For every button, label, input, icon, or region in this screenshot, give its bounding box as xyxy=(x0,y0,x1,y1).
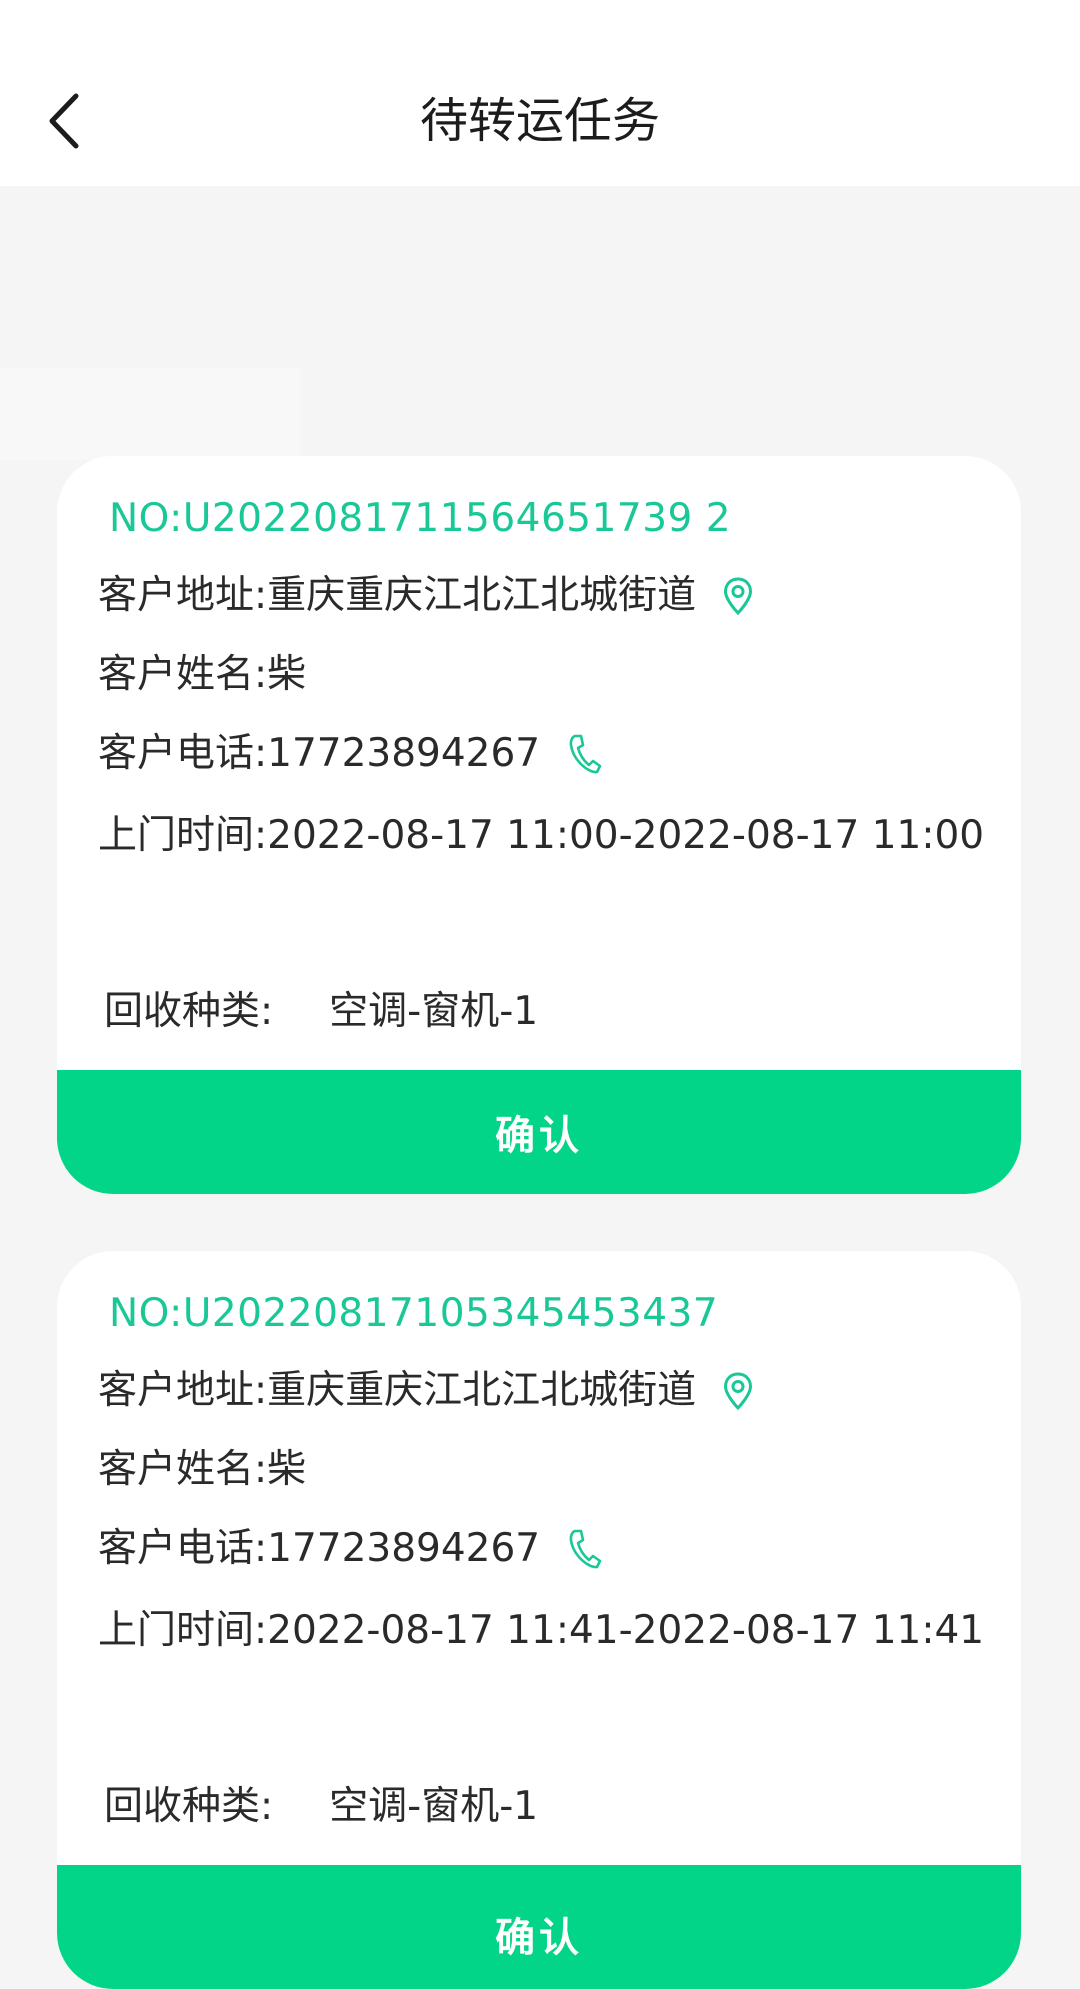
visit-time-row: 上门时间: 2022-08-17 11:41-2022-08-17 11:41 xyxy=(98,1603,984,1659)
page-title: 待转运任务 xyxy=(419,93,660,149)
phone-label: 客户电话: xyxy=(98,731,268,776)
confirm-button[interactable]: 确认 xyxy=(57,1070,1021,1194)
top-bar: 待转运任务 xyxy=(0,0,1080,186)
confirm-button[interactable]: 确认 xyxy=(57,1865,1021,1989)
category-value: 空调-窗机-1 xyxy=(329,1784,539,1829)
visit-time-row: 上门时间: 2022-08-17 11:00-2022-08-17 11:00 xyxy=(98,808,984,864)
phone-icon[interactable] xyxy=(566,732,602,776)
phone-row: 客户电话: 17723894267 xyxy=(98,1521,602,1577)
phone-value: 17723894267 xyxy=(267,731,541,776)
name-value: 柴 xyxy=(267,1447,307,1492)
phone-label: 客户电话: xyxy=(98,1526,268,1571)
address-label: 客户地址: xyxy=(98,573,268,618)
name-label: 客户姓名: xyxy=(98,652,268,697)
phone-value: 17723894267 xyxy=(267,1526,541,1571)
name-value: 柴 xyxy=(267,652,307,697)
address-value: 重庆重庆江北江北城街道 xyxy=(267,1368,697,1413)
visit-time-label: 上门时间: xyxy=(98,1608,268,1653)
category-value: 空调-窗机-1 xyxy=(329,989,539,1034)
visit-time-label: 上门时间: xyxy=(98,813,268,858)
category-row: 回收种类: 空调-窗机-1 xyxy=(104,1779,538,1835)
address-value: 重庆重庆江北江北城街道 xyxy=(267,573,697,618)
name-label: 客户姓名: xyxy=(98,1447,268,1492)
order-number: NO:U20220817105345453437 xyxy=(109,1291,719,1336)
address-label: 客户地址: xyxy=(98,1368,268,1413)
task-card: NO:U20220817105345453437 客户地址: 重庆重庆江北江北城… xyxy=(57,1251,1021,1989)
address-row: 客户地址: 重庆重庆江北江北城街道 xyxy=(98,568,754,624)
phone-icon[interactable] xyxy=(566,1527,602,1571)
visit-time-value: 2022-08-17 11:00-2022-08-17 11:00 xyxy=(267,813,985,858)
name-row: 客户姓名: 柴 xyxy=(98,647,306,703)
task-card: NO:U2022081711564651739 2 客户地址: 重庆重庆江北江北… xyxy=(57,456,1021,1194)
category-row: 回收种类: 空调-窗机-1 xyxy=(104,984,538,1040)
order-number: NO:U2022081711564651739 2 xyxy=(109,496,732,541)
category-label: 回收种类: xyxy=(104,989,274,1034)
name-row: 客户姓名: 柴 xyxy=(98,1442,306,1498)
location-pin-icon[interactable] xyxy=(722,576,754,616)
category-label: 回收种类: xyxy=(104,1784,274,1829)
phone-row: 客户电话: 17723894267 xyxy=(98,726,602,782)
location-pin-icon[interactable] xyxy=(722,1371,754,1411)
visit-time-value: 2022-08-17 11:41-2022-08-17 11:41 xyxy=(267,1608,985,1653)
address-row: 客户地址: 重庆重庆江北江北城街道 xyxy=(98,1363,754,1419)
background-notch xyxy=(0,368,300,460)
